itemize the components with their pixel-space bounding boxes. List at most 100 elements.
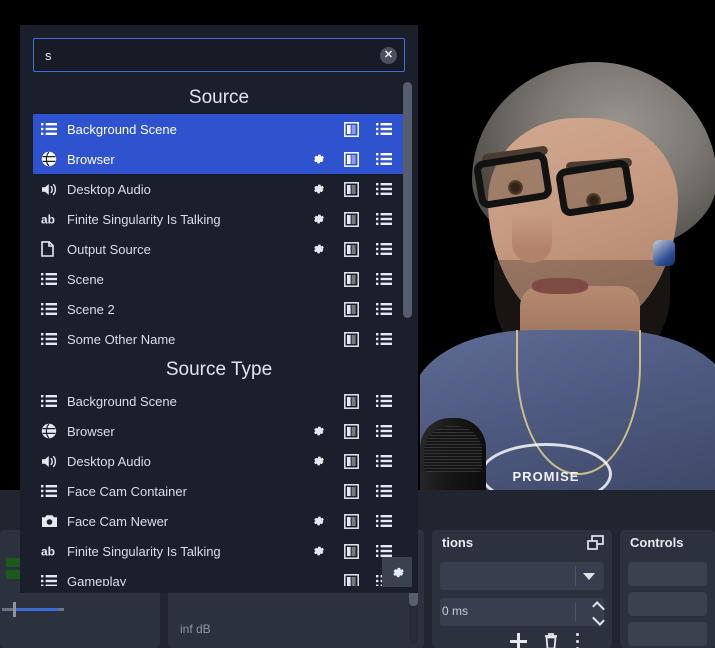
glasses-lens-right — [554, 158, 636, 218]
clear-search-icon[interactable]: ✕ — [380, 47, 397, 64]
row-gear-icon[interactable] — [301, 181, 334, 197]
result-row[interactable]: Gameplay — [33, 566, 405, 586]
row-gear-icon[interactable] — [301, 453, 334, 469]
control-button-1[interactable] — [628, 562, 707, 586]
row-gear-icon[interactable] — [301, 543, 334, 559]
result-row-actions — [301, 423, 401, 439]
dock-scene-transitions: tions 0 ms — [432, 530, 612, 648]
row-transition-icon[interactable] — [334, 211, 367, 227]
result-row[interactable]: Desktop Audio — [33, 174, 405, 204]
row-list-icon[interactable] — [368, 122, 401, 136]
globe-icon — [41, 151, 67, 167]
row-list-icon[interactable] — [368, 242, 401, 256]
row-list-icon[interactable] — [368, 424, 401, 438]
popup-settings-button[interactable] — [382, 557, 412, 587]
add-transition-icon[interactable] — [510, 632, 527, 648]
text-ab-icon: ab — [41, 544, 67, 559]
result-row[interactable]: Scene — [33, 264, 405, 294]
row-transition-icon[interactable] — [334, 121, 367, 137]
results-scrollbar[interactable] — [403, 82, 412, 586]
row-gear-icon[interactable] — [301, 513, 334, 529]
chevron-down-icon[interactable] — [583, 573, 595, 580]
list-icon — [41, 574, 67, 586]
control-button-3[interactable] — [628, 622, 707, 646]
popout-icon[interactable] — [587, 535, 604, 551]
speaker-icon — [41, 182, 67, 197]
result-row-label: Face Cam Container — [67, 483, 187, 499]
result-row[interactable]: Some Other Name — [33, 324, 405, 354]
row-list-icon[interactable] — [368, 182, 401, 196]
result-row[interactable]: Background Scene — [33, 386, 405, 416]
result-row-label: Desktop Audio — [67, 181, 151, 197]
row-transition-icon[interactable] — [334, 453, 367, 469]
search-input[interactable] — [33, 38, 405, 72]
glasses-lens-left — [472, 150, 554, 210]
result-row[interactable]: ab Finite Singularity Is Talking — [33, 204, 405, 234]
results-list[interactable]: Source Background Scene Browser Desktop Aud… — [33, 82, 405, 586]
volume-slider-handle[interactable] — [13, 602, 16, 617]
row-list-icon[interactable] — [368, 394, 401, 408]
list-icon — [41, 302, 67, 316]
row-transition-icon[interactable] — [334, 181, 367, 197]
microphone-grille — [424, 426, 482, 472]
result-row-label: Scene 2 — [67, 301, 115, 317]
row-gear-icon[interactable] — [301, 211, 334, 227]
list-icon — [41, 394, 67, 408]
result-row-actions — [301, 181, 401, 197]
row-gear-icon[interactable] — [301, 151, 334, 167]
results-scrollbar-thumb[interactable] — [403, 82, 412, 318]
row-transition-icon[interactable] — [334, 271, 367, 287]
result-row-label: Face Cam Newer — [67, 513, 169, 529]
row-list-icon[interactable] — [368, 272, 401, 286]
result-row-actions — [301, 483, 401, 499]
result-row-label: Output Source — [67, 241, 151, 257]
row-transition-icon[interactable] — [334, 393, 367, 409]
row-list-icon[interactable] — [368, 302, 401, 316]
row-transition-icon[interactable] — [334, 301, 367, 317]
result-row[interactable]: ab Finite Singularity Is Talking — [33, 536, 405, 566]
svg-text:ab: ab — [41, 213, 55, 227]
result-row[interactable]: Face Cam Newer — [33, 506, 405, 536]
camera-icon — [41, 514, 67, 528]
row-list-icon[interactable] — [368, 332, 401, 346]
result-row[interactable]: Browser — [33, 416, 405, 446]
result-row[interactable]: Desktop Audio — [33, 446, 405, 476]
row-transition-icon[interactable] — [334, 513, 367, 529]
group-header: Source Type — [165, 359, 273, 380]
result-row-label: Scene — [67, 271, 104, 287]
dock-controls-body — [620, 556, 715, 648]
result-row[interactable]: Output Source — [33, 234, 405, 264]
result-row[interactable]: Browser — [33, 144, 405, 174]
obs-window: PROMISE -2 — [0, 0, 715, 648]
row-transition-icon[interactable] — [334, 483, 367, 499]
transition-duration-value: 0 ms — [442, 604, 469, 618]
result-row[interactable]: Background Scene — [33, 114, 405, 144]
row-list-icon[interactable] — [368, 544, 401, 558]
row-list-icon[interactable] — [368, 484, 401, 498]
row-transition-icon[interactable] — [334, 331, 367, 347]
transition-menu-icon[interactable] — [575, 632, 579, 648]
transition-select[interactable] — [440, 562, 604, 590]
row-transition-icon[interactable] — [334, 423, 367, 439]
result-row-actions — [301, 241, 401, 257]
row-gear-icon[interactable] — [301, 423, 334, 439]
result-row[interactable]: Scene 2 — [33, 294, 405, 324]
result-row-label: Browser — [67, 151, 115, 167]
remove-transition-icon[interactable] — [543, 632, 559, 648]
control-button-2[interactable] — [628, 592, 707, 616]
transition-toolbar — [510, 632, 579, 648]
transition-select-divider — [575, 566, 576, 586]
row-list-icon[interactable] — [368, 212, 401, 226]
row-transition-icon[interactable] — [334, 573, 367, 586]
result-row[interactable]: Face Cam Container — [33, 476, 405, 506]
row-transition-icon[interactable] — [334, 543, 367, 559]
dock-controls: Controls — [620, 530, 715, 648]
row-transition-icon[interactable] — [334, 151, 367, 167]
row-gear-icon[interactable] — [301, 241, 334, 257]
row-list-icon[interactable] — [368, 152, 401, 166]
result-row-label: Background Scene — [67, 393, 177, 409]
row-list-icon[interactable] — [368, 454, 401, 468]
row-list-icon[interactable] — [368, 514, 401, 528]
row-transition-icon[interactable] — [334, 241, 367, 257]
dock-controls-title: Controls — [630, 535, 684, 550]
